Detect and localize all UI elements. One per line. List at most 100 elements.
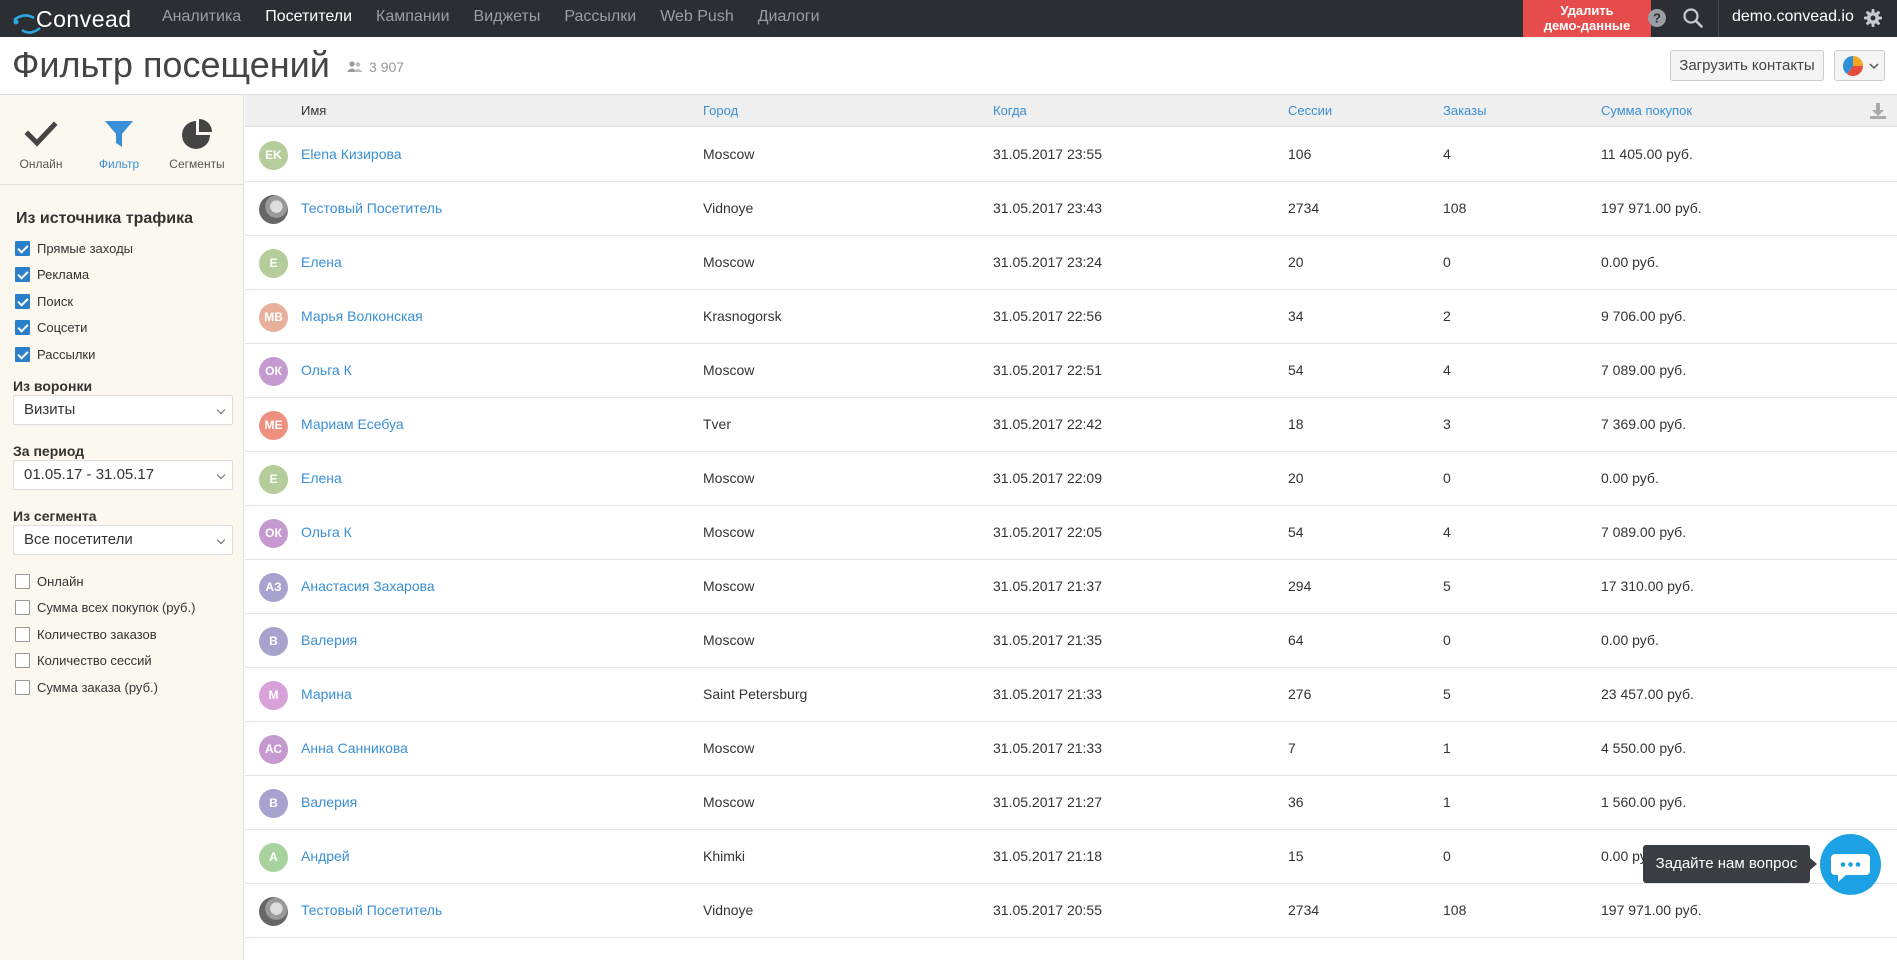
table-row[interactable]: Тестовый Посетитель Vidnoye 31.05.2017 20:… — [245, 884, 1897, 938]
page-title: Фильтр посещений — [12, 44, 330, 85]
visitor-name[interactable]: Ольга К — [301, 506, 352, 559]
checkbox[interactable] — [15, 626, 30, 642]
visitor-name[interactable]: Марина — [301, 668, 352, 721]
avatar[interactable]: ОК — [259, 519, 288, 548]
column-orders[interactable]: Заказы — [1443, 95, 1486, 127]
avatar[interactable]: В — [259, 627, 288, 656]
table-row[interactable]: EK Elena Кизирова Moscow 31.05.2017 23:55 10… — [245, 128, 1897, 182]
chat-button[interactable] — [1820, 834, 1881, 895]
checkbox[interactable] — [15, 653, 30, 668]
checkbox[interactable] — [15, 600, 30, 615]
visitor-name[interactable]: Тестовый Посетитель — [301, 182, 442, 235]
checkbox[interactable] — [15, 573, 30, 589]
visitor-name[interactable]: Андрей — [301, 830, 350, 883]
table-row[interactable]: МЕ Мариам Есебуа Tver 31.05.2017 22:42 18 3 7 … — [245, 398, 1897, 452]
tab-online[interactable]: Онлайн — [6, 117, 76, 171]
extra-filter-checkbox-row[interactable]: Онлайн — [15, 572, 84, 590]
visitor-name[interactable]: Анна Санникова — [301, 722, 408, 775]
download-icon[interactable] — [1869, 102, 1887, 120]
visitor-name[interactable]: Елена — [301, 236, 342, 289]
avatar[interactable]: Е — [259, 465, 288, 494]
tab-filter[interactable]: Фильтр — [84, 117, 154, 171]
column-city[interactable]: Город — [703, 95, 738, 127]
table-row[interactable]: М Марина Saint Petersburg 31.05.2017 21:33 2… — [245, 668, 1897, 722]
checkbox[interactable] — [15, 240, 30, 256]
nav-item-5[interactable]: Web Push — [648, 0, 746, 37]
logo[interactable]: Convead — [10, 2, 140, 36]
chart-settings-button[interactable] — [1834, 50, 1885, 81]
traffic-source-checkbox-row[interactable]: Поиск — [15, 292, 73, 310]
avatar[interactable]: МЕ — [259, 411, 288, 440]
column-purchase-sum[interactable]: Сумма покупок — [1601, 95, 1692, 127]
visitor-name[interactable]: Elena Кизирова — [301, 128, 402, 181]
nav-item-4[interactable]: Рассылки — [552, 0, 648, 37]
traffic-source-checkbox-row[interactable]: Соцсети — [15, 319, 87, 337]
avatar[interactable]: АС — [259, 735, 288, 764]
avatar[interactable] — [259, 195, 288, 224]
extra-filter-checkbox-row[interactable]: Сумма заказа (руб.) — [15, 678, 158, 696]
extra-filter-checkbox-row[interactable]: Количество сессий — [15, 652, 152, 670]
table-row[interactable]: АЗ Анастасия Захарова Moscow 31.05.2017 21:… — [245, 560, 1897, 614]
visitor-name[interactable]: Ольга К — [301, 344, 352, 397]
chat-bubble-icon — [1831, 854, 1870, 882]
delete-demo-data-button[interactable]: Удалить демо-данные — [1523, 0, 1651, 37]
traffic-source-checkbox-row[interactable]: Рассылки — [15, 345, 95, 363]
nav-item-1[interactable]: Посетители — [253, 0, 364, 37]
account-name[interactable]: demo.convead.io — [1732, 0, 1854, 34]
visitor-name[interactable]: Тестовый Посетитель — [301, 884, 442, 937]
table-row[interactable]: МВ Марья Волконская Krasnogorsk 31.05.2017 … — [245, 290, 1897, 344]
visitor-name[interactable]: Валерия — [301, 776, 357, 829]
upload-contacts-button[interactable]: Загрузить контакты — [1670, 50, 1824, 81]
traffic-source-checkbox-row[interactable]: Прямые заходы — [15, 239, 133, 257]
search-icon[interactable] — [1682, 7, 1704, 29]
avatar[interactable]: ОК — [259, 357, 288, 386]
avatar[interactable]: В — [259, 789, 288, 818]
extra-filter-checkbox-label: Онлайн — [37, 573, 84, 589]
avatar[interactable]: А — [259, 843, 288, 872]
table-row[interactable]: Тестовый Посетитель Vidnoye 31.05.2017 23:… — [245, 182, 1897, 236]
visit-time: 31.05.2017 22:42 — [993, 416, 1102, 432]
checkbox[interactable] — [15, 320, 30, 335]
avatar[interactable]: Е — [259, 249, 288, 278]
period-select[interactable]: 01.05.17 - 31.05.17 — [13, 460, 233, 490]
avatar[interactable]: АЗ — [259, 573, 288, 602]
column-when[interactable]: Когда — [993, 95, 1027, 127]
tab-segments[interactable]: Сегменты — [162, 117, 232, 171]
avatar[interactable]: EK — [259, 141, 288, 170]
table-row[interactable]: В Валерия Moscow 31.05.2017 21:27 36 1 1 560.0… — [245, 776, 1897, 830]
nav-item-0[interactable]: Аналитика — [150, 0, 253, 37]
avatar[interactable]: МВ — [259, 303, 288, 332]
extra-filter-checkbox-row[interactable]: Количество заказов — [15, 625, 157, 643]
table-row[interactable]: ОК Ольга К Moscow 31.05.2017 22:05 54 4 7 089.… — [245, 506, 1897, 560]
table-row[interactable]: Е Елена Moscow 31.05.2017 22:09 20 0 0.00 руб. — [245, 452, 1897, 506]
help-icon[interactable]: ? — [1646, 7, 1668, 29]
visitor-name[interactable]: Анастасия Захарова — [301, 560, 435, 613]
column-sessions[interactable]: Сессии — [1288, 95, 1332, 127]
checkbox[interactable] — [15, 679, 30, 695]
visitor-name[interactable]: Елена — [301, 452, 342, 505]
traffic-source-checkbox-row[interactable]: Реклама — [15, 266, 89, 284]
table-row[interactable]: Е Елена Moscow 31.05.2017 23:24 20 0 0.00 руб. — [245, 236, 1897, 290]
table-row[interactable]: ОК Ольга К Moscow 31.05.2017 22:51 54 4 7 089.… — [245, 344, 1897, 398]
visitor-name[interactable]: Валерия — [301, 614, 357, 667]
funnel-select[interactable]: Визиты — [13, 395, 233, 425]
table-row[interactable]: АС Анна Санникова Moscow 31.05.2017 21:33 7 1… — [245, 722, 1897, 776]
nav-item-6[interactable]: Диалоги — [746, 0, 832, 37]
chat-tooltip[interactable]: Задайте нам вопрос — [1643, 845, 1817, 883]
checkbox[interactable] — [15, 346, 30, 362]
extra-filter-checkbox-row[interactable]: Сумма всех покупок (руб.) — [15, 599, 195, 617]
nav-item-3[interactable]: Виджеты — [462, 0, 553, 37]
segment-select[interactable]: Все посетители — [13, 525, 233, 555]
table-row[interactable]: В Валерия Moscow 31.05.2017 21:35 64 0 0.00 ру… — [245, 614, 1897, 668]
visitor-name[interactable]: Марья Волконская — [301, 290, 423, 343]
column-name[interactable]: Имя — [301, 95, 326, 127]
visitor-name[interactable]: Мариам Есебуа — [301, 398, 404, 451]
extra-filter-checkbox-label: Количество сессий — [37, 653, 152, 668]
checkbox[interactable] — [15, 293, 30, 309]
nav-item-2[interactable]: Кампании — [364, 0, 462, 37]
purchase-sum: 11 405.00 руб. — [1601, 146, 1693, 162]
avatar[interactable]: М — [259, 681, 288, 710]
checkbox[interactable] — [15, 267, 30, 282]
avatar[interactable] — [259, 897, 288, 926]
gear-icon[interactable] — [1862, 7, 1884, 29]
